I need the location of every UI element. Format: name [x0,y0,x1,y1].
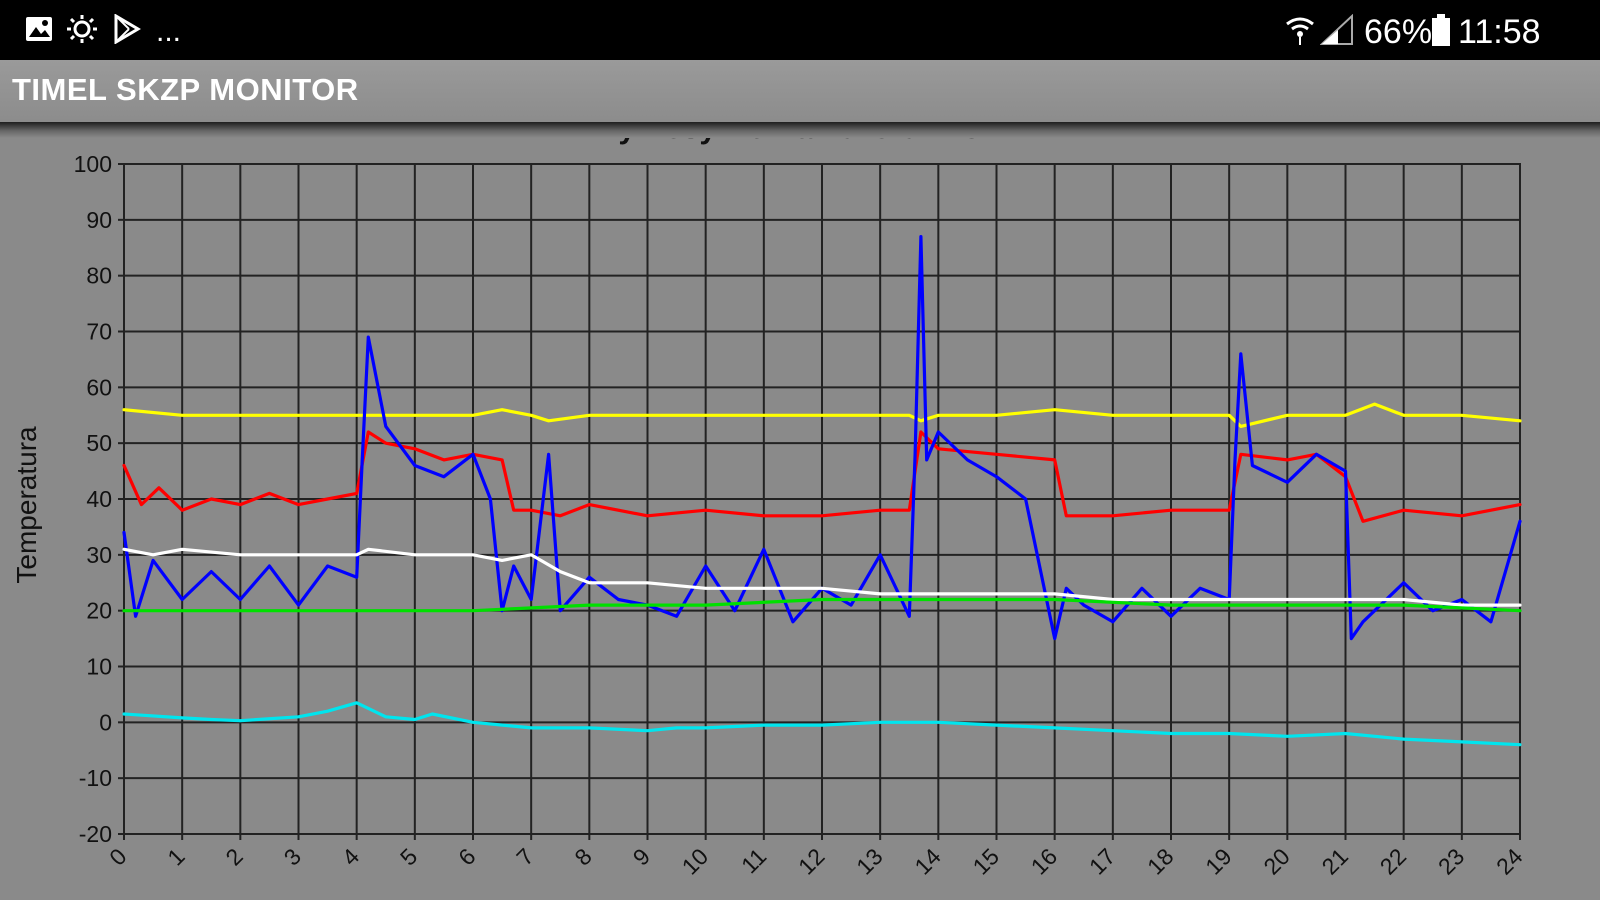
x-tick-label: 19 [1200,843,1236,879]
x-tick-label: 1 [162,843,189,870]
x-tick-label: 24 [1491,843,1528,880]
y-tick-label: 40 [86,486,112,512]
x-tick-label: 18 [1142,843,1178,879]
x-tick-label: 13 [851,843,887,879]
x-tick-label: 6 [453,843,480,870]
gallery-icon [24,14,54,51]
x-tick-label: 20 [1258,843,1294,879]
x-tick-label: 8 [569,843,596,870]
x-tick-label: 12 [793,843,829,879]
y-tick-label: -20 [79,821,112,847]
x-tick-label: 4 [337,843,365,871]
x-tick-label: 5 [395,843,422,870]
x-tick-label: 10 [677,843,713,879]
battery-percent: 66% [1364,13,1433,51]
y-tick-label: 80 [86,263,112,289]
y-tick-label: 10 [86,654,112,680]
grid [118,163,1521,840]
y-tick-label: 50 [86,430,112,456]
signal-icon [1319,13,1354,53]
y-tick-label: 30 [86,542,112,568]
temperature-chart: Wykresy z dnia 2019-01-18012345678910111… [11,122,1528,880]
x-tick-label: 22 [1375,843,1411,879]
y-tick-label: 100 [74,151,112,177]
x-tick-label: 23 [1433,843,1469,879]
y-tick-label: 60 [86,374,112,400]
x-tick-label: 9 [628,843,655,870]
y-axis-label: Temperatura [11,426,42,584]
x-tick-label: 16 [1026,843,1062,879]
chart-area: Wykresy z dnia 2019-01-18012345678910111… [0,122,1600,900]
x-tick-label: 15 [968,843,1004,879]
x-tick-label: 17 [1084,843,1120,879]
x-tick-label: 11 [736,843,771,878]
status-bar: ... 66% 11:58 [0,0,1600,60]
x-tick-label: 2 [220,843,247,870]
x-tick-label: 7 [511,843,538,870]
play-store-icon [112,13,142,51]
x-tick-label: 14 [909,843,946,880]
y-tick-label: 70 [86,319,112,345]
app-title: TIMEL SKZP MONITOR [12,72,359,107]
x-tick-label: 0 [104,843,131,870]
battery-icon [1430,14,1452,55]
clock: 11:58 [1458,13,1541,51]
y-tick-label: 0 [99,709,112,735]
x-tick-label: 21 [1317,843,1353,879]
x-tick-label: 3 [279,843,306,870]
brightness-icon [64,14,100,51]
y-tick-label: 90 [86,207,112,233]
y-tick-label: -10 [79,765,112,791]
app-bar-shadow [0,122,1600,138]
wifi-icon [1284,14,1316,53]
y-tick-label: 20 [86,598,112,624]
more-indicator: ... [156,15,182,48]
app-bar: TIMEL SKZP MONITOR [0,60,1600,122]
